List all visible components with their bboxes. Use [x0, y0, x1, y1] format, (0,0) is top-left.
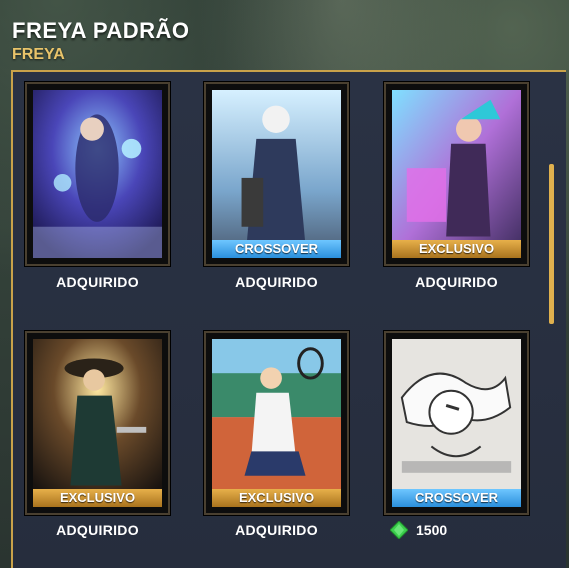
- status-label-5: ADQUIRIDO: [235, 522, 318, 538]
- status-label-2: ADQUIRIDO: [235, 274, 318, 290]
- skin-card-4[interactable]: EXCLUSIVO: [25, 331, 170, 515]
- skin-card-1[interactable]: [25, 82, 170, 266]
- skin-art-3: [392, 90, 521, 258]
- scrollbar[interactable]: [549, 164, 554, 324]
- price-display: 1500: [390, 521, 447, 539]
- tag-badge-2: CROSSOVER: [212, 240, 341, 258]
- skin-art-2: [212, 90, 341, 258]
- skin-art-5: [212, 339, 341, 507]
- skin-card-6[interactable]: CROSSOVER: [384, 331, 529, 515]
- gem-icon: [390, 521, 408, 539]
- price-value: 1500: [416, 522, 448, 538]
- skin-title: FREYA PADRÃO: [12, 18, 190, 43]
- status-label-4: ADQUIRIDO: [56, 522, 139, 538]
- status-label-3: ADQUIRIDO: [415, 274, 498, 290]
- skin-art-6: [392, 339, 521, 507]
- skin-art-4: [33, 339, 162, 507]
- skin-card-3[interactable]: EXCLUSIVO: [384, 82, 529, 266]
- skin-art-1: [33, 90, 162, 258]
- tag-badge-5: EXCLUSIVO: [212, 489, 341, 507]
- skin-card-2[interactable]: CROSSOVER: [204, 82, 349, 266]
- status-label-1: ADQUIRIDO: [56, 274, 139, 290]
- tag-badge-6: CROSSOVER: [392, 489, 521, 507]
- skin-card-5[interactable]: EXCLUSIVO: [204, 331, 349, 515]
- god-name: FREYA: [12, 46, 65, 63]
- tag-badge-4: EXCLUSIVO: [33, 489, 162, 507]
- tag-badge-3: EXCLUSIVO: [392, 240, 521, 258]
